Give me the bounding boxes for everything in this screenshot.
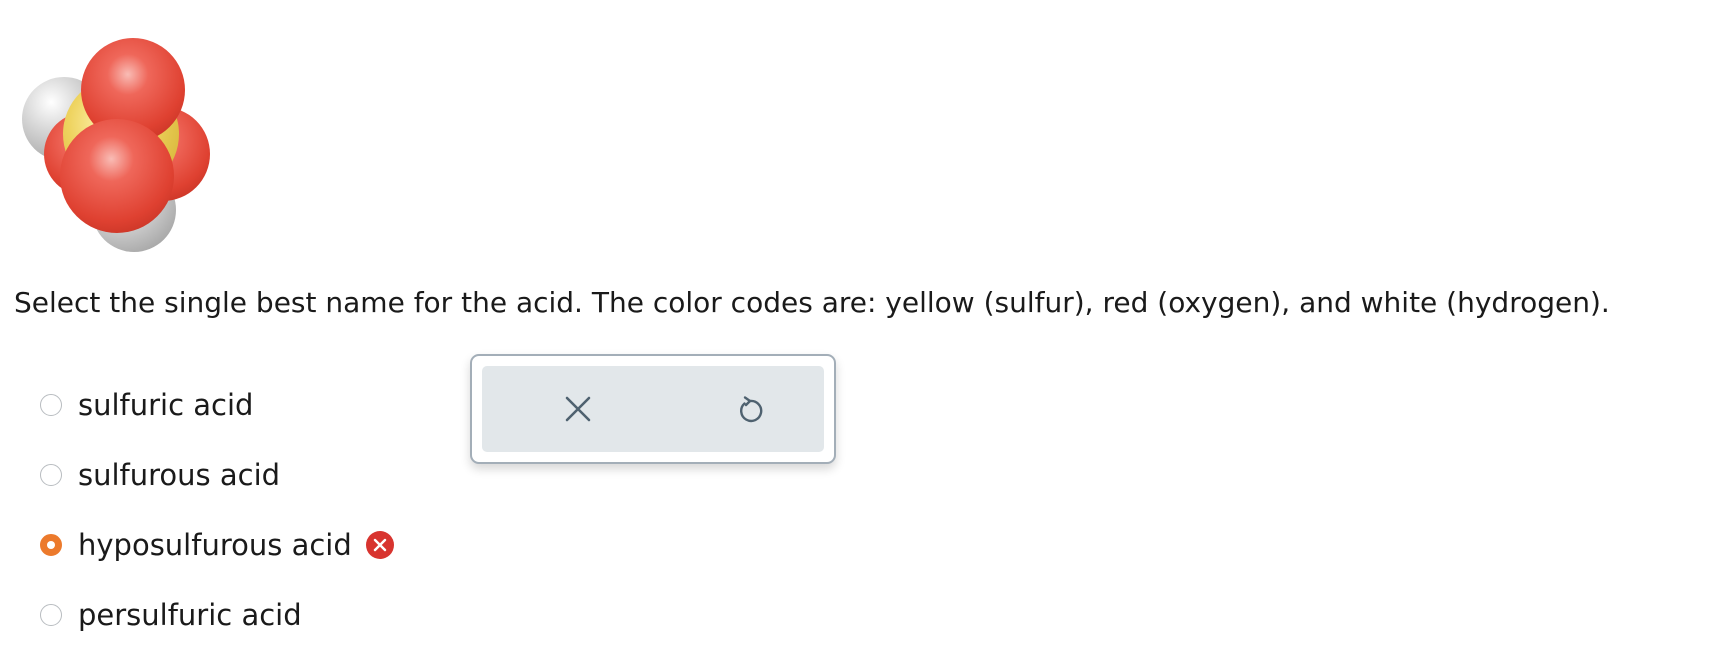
clear-button[interactable] xyxy=(558,389,598,429)
choice-hyposulfurous-acid[interactable]: hyposulfurous acid xyxy=(40,510,460,580)
answer-choices: sulfuric acid sulfurous acid hyposulfuro… xyxy=(40,370,460,650)
radio-button-selected[interactable] xyxy=(40,534,62,556)
molecule-model-image xyxy=(14,22,224,258)
radio-button[interactable] xyxy=(40,394,62,416)
toolbar-panel xyxy=(482,366,824,452)
choice-label: persulfuric acid xyxy=(78,598,302,632)
incorrect-x-icon xyxy=(365,530,395,560)
x-icon xyxy=(565,396,591,422)
choice-sulfurous-acid[interactable]: sulfurous acid xyxy=(40,440,460,510)
radio-button[interactable] xyxy=(40,604,62,626)
choice-sulfuric-acid[interactable]: sulfuric acid xyxy=(40,370,460,440)
choice-label: sulfuric acid xyxy=(78,388,254,422)
choice-persulfuric-acid[interactable]: persulfuric acid xyxy=(40,580,460,650)
oxygen-atom-front xyxy=(60,119,174,233)
choice-label: hyposulfurous acid xyxy=(78,528,352,562)
undo-button[interactable] xyxy=(730,389,770,429)
answer-toolbar xyxy=(470,354,836,464)
question-prompt: Select the single best name for the acid… xyxy=(14,286,1610,319)
radio-button[interactable] xyxy=(40,464,62,486)
space-filling-molecule xyxy=(22,38,210,252)
undo-icon xyxy=(740,396,763,423)
choice-label: sulfurous acid xyxy=(78,458,281,492)
